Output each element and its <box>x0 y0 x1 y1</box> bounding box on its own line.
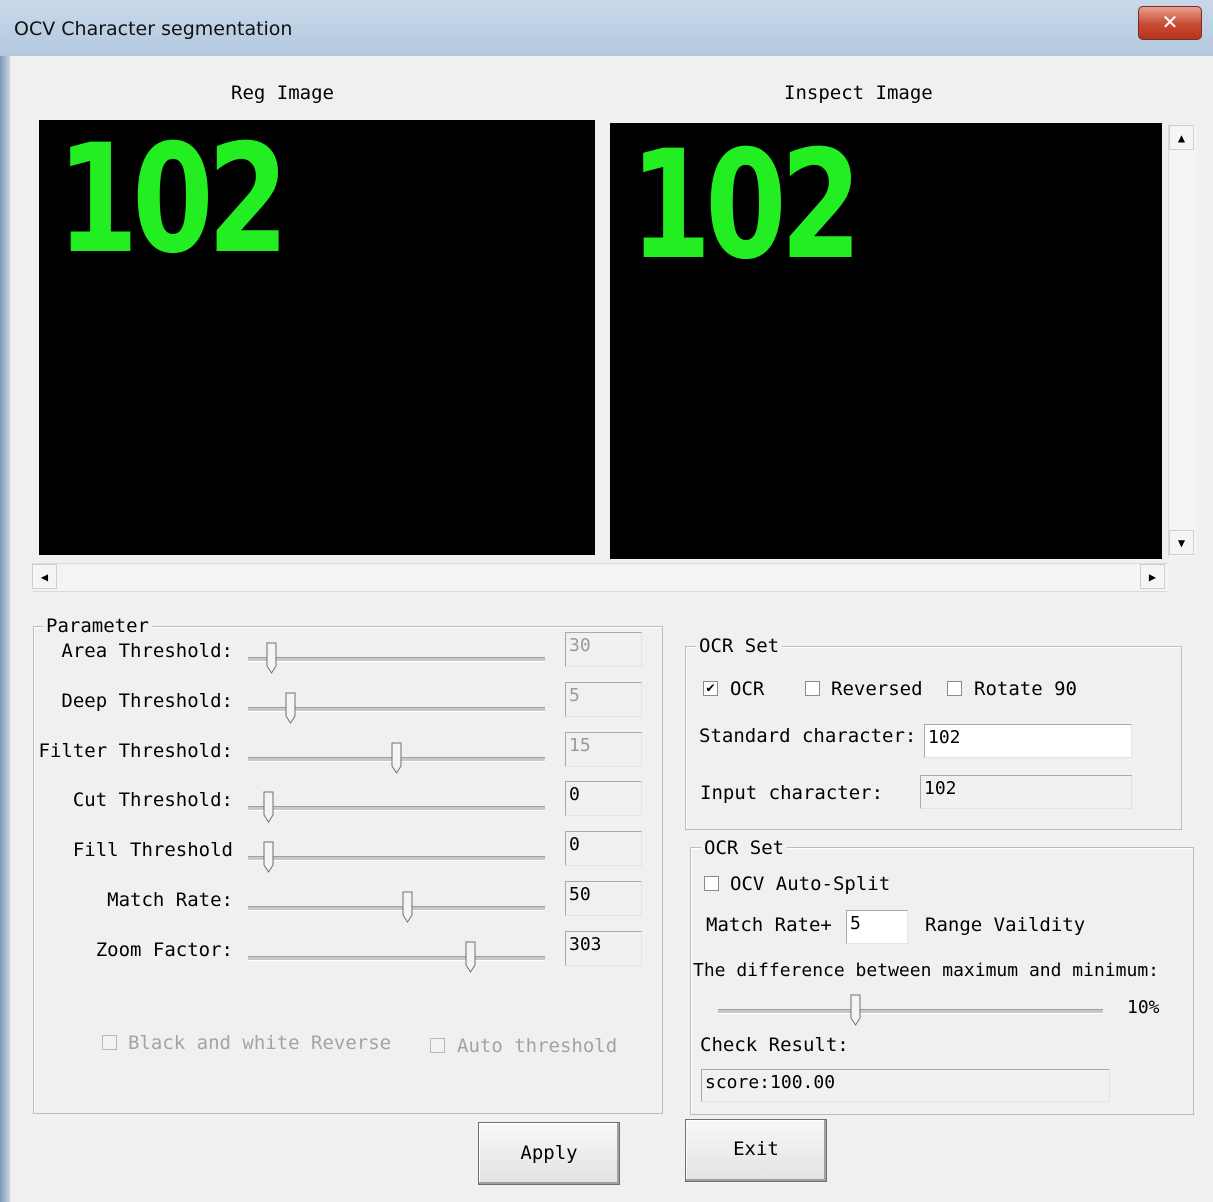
parameter-slider-thumb[interactable] <box>285 692 296 724</box>
exit-button[interactable]: Exit <box>685 1119 827 1182</box>
inspect-image-label: Inspect Image <box>784 82 933 104</box>
window-title: OCV Character segmentation <box>14 18 293 40</box>
auto-threshold-checkbox[interactable] <box>430 1038 445 1053</box>
parameter-group-title: Parameter <box>43 615 152 637</box>
reversed-checkbox[interactable] <box>805 681 820 696</box>
parameter-slider-track[interactable] <box>248 956 545 961</box>
reg-image-label: Reg Image <box>231 82 334 104</box>
horizontal-scrollbar[interactable]: ◀ ▶ <box>32 563 1168 592</box>
input-character-field: 102 <box>920 775 1132 809</box>
check-result-field: score:100.00 <box>701 1069 1110 1102</box>
ocr-checkbox-label: OCR <box>730 678 765 700</box>
difference-value: 10% <box>1127 997 1160 1018</box>
parameter-label: Cut Threshold: <box>72 789 233 811</box>
parameter-label: Area Threshold: <box>61 640 233 662</box>
parameter-value-field[interactable]: 0 <box>565 831 642 866</box>
scroll-right-button[interactable]: ▶ <box>1140 564 1165 589</box>
parameter-slider-thumb[interactable] <box>263 791 274 823</box>
inspect-image: 102 <box>610 123 1162 559</box>
parameter-label: Match Rate: <box>107 889 233 911</box>
standard-character-input[interactable]: 102 <box>924 724 1132 758</box>
parameter-slider-thumb[interactable] <box>391 742 402 774</box>
scroll-down-button[interactable]: ▼ <box>1169 530 1194 555</box>
reversed-checkbox-label: Reversed <box>831 678 923 700</box>
parameter-value-field[interactable]: 50 <box>565 881 642 916</box>
match-rate-plus-label: Match Rate+ <box>706 914 832 936</box>
bw-reverse-label: Black and white Reverse <box>128 1032 392 1054</box>
parameter-value-field: 5 <box>565 682 642 717</box>
parameter-slider-thumb[interactable] <box>266 642 277 674</box>
ocr-checkbox[interactable]: ✔ <box>703 681 718 696</box>
reg-image: 102 <box>39 120 595 555</box>
difference-slider-track[interactable] <box>718 1009 1103 1014</box>
parameter-label: Deep Threshold: <box>61 690 233 712</box>
difference-slider-thumb[interactable] <box>850 994 861 1026</box>
scroll-left-button[interactable]: ◀ <box>32 564 57 589</box>
inspect-image-characters: 102 <box>630 119 862 293</box>
ocv-set-group-title: OCR Set <box>701 837 788 859</box>
parameter-label: Zoom Factor: <box>95 939 233 961</box>
parameter-label: Fill Threshold <box>72 839 233 861</box>
ocv-auto-split-label: OCV Auto-Split <box>730 873 891 895</box>
parameter-slider-thumb[interactable] <box>465 941 476 973</box>
apply-button[interactable]: Apply <box>478 1122 620 1185</box>
reg-image-characters: 102 <box>57 113 289 287</box>
parameter-label: Filter Threshold: <box>38 740 233 762</box>
match-rate-plus-input[interactable]: 5 <box>846 910 908 944</box>
range-validity-label: Range Vaildity <box>925 914 1086 936</box>
parameter-slider-track[interactable] <box>248 806 545 811</box>
parameter-value-field[interactable]: 303 <box>565 931 642 966</box>
auto-threshold-label: Auto threshold <box>457 1035 618 1057</box>
parameter-slider-thumb[interactable] <box>402 891 413 923</box>
ocr-set-group-title: OCR Set <box>696 635 783 657</box>
close-button[interactable]: ✕ <box>1138 6 1202 40</box>
rotate-90-checkbox[interactable] <box>947 681 962 696</box>
parameter-slider-thumb[interactable] <box>263 841 274 873</box>
bw-reverse-checkbox[interactable] <box>102 1035 117 1050</box>
parameter-slider-track[interactable] <box>248 906 545 911</box>
input-character-label: Input character: <box>700 782 884 804</box>
parameter-slider-track[interactable] <box>248 657 545 662</box>
parameter-slider-track[interactable] <box>248 856 545 861</box>
standard-character-label: Standard character: <box>699 725 917 747</box>
scroll-up-button[interactable]: ▲ <box>1169 125 1194 150</box>
window-edge <box>0 56 10 1202</box>
check-result-label: Check Result: <box>700 1034 849 1056</box>
vertical-scrollbar[interactable]: ▲ ▼ <box>1168 125 1196 557</box>
rotate-90-checkbox-label: Rotate 90 <box>974 678 1077 700</box>
ocv-auto-split-checkbox[interactable] <box>704 876 719 891</box>
parameter-value-field: 15 <box>565 732 642 767</box>
parameter-value-field: 30 <box>565 632 642 667</box>
difference-label: The difference between maximum and minim… <box>693 960 1159 981</box>
parameter-value-field[interactable]: 0 <box>565 781 642 816</box>
